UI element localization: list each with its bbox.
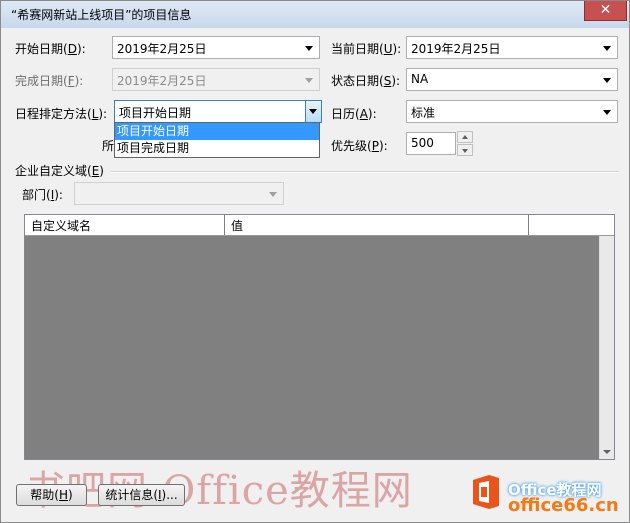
table-body: [25, 236, 599, 459]
dialog-title: “希赛网新站上线项目”的项目信息: [11, 8, 192, 22]
current-date-dropdown[interactable]: 2019年2月25日: [406, 36, 618, 59]
column-header-value[interactable]: 值: [225, 215, 529, 235]
vertical-scrollbar[interactable]: [599, 236, 614, 459]
calendar-value: 标准: [411, 106, 436, 120]
finish-date-dropdown: 2019年2月25日: [112, 68, 320, 91]
chevron-down-icon: [603, 110, 611, 115]
help-button[interactable]: 帮助(H): [16, 484, 87, 506]
start-date-label: 开始日期(D):: [15, 42, 86, 56]
finish-date-value: 2019年2月25日: [117, 74, 207, 88]
partial-label: 所: [102, 139, 115, 153]
arrow-up-icon: [462, 135, 468, 139]
priority-spinner[interactable]: [457, 131, 473, 156]
chevron-down-icon: [309, 109, 317, 114]
enterprise-section-label: 企业自定义域(E): [15, 164, 104, 178]
table-header: 自定义域名 值: [25, 215, 614, 236]
status-date-dropdown[interactable]: NA: [406, 68, 618, 91]
scroll-down-arrow-icon[interactable]: [603, 450, 611, 454]
chevron-down-icon: [603, 46, 611, 51]
chevron-down-icon: [305, 46, 313, 51]
arrow-down-icon: [462, 149, 468, 153]
project-info-dialog: “希赛网新站上线项目”的项目信息 ✕ 开始日期(D): 2019年2月25日 当…: [0, 0, 630, 523]
schedule-option-start[interactable]: 项目开始日期: [115, 123, 319, 140]
chevron-down-icon: [603, 78, 611, 83]
spin-up-button[interactable]: [457, 131, 473, 143]
schedule-from-dropdown[interactable]: 项目开始日期: [114, 100, 322, 123]
priority-label: 优先级(P):: [331, 139, 388, 153]
schedule-from-value: 项目开始日期: [119, 106, 192, 120]
statistics-button[interactable]: 统计信息(I)...: [98, 484, 185, 506]
schedule-option-finish[interactable]: 项目完成日期: [115, 140, 319, 157]
current-date-label: 当前日期(U):: [331, 42, 402, 56]
start-date-dropdown[interactable]: 2019年2月25日: [112, 36, 320, 59]
priority-value: 500: [411, 136, 434, 150]
calendar-label: 日历(A):: [331, 107, 377, 121]
current-date-value: 2019年2月25日: [411, 42, 501, 56]
calendar-dropdown[interactable]: 标准: [406, 100, 618, 123]
close-button[interactable]: ✕: [584, 1, 627, 21]
schedule-from-label: 日程排定方法(L):: [15, 107, 108, 121]
title-bar: “希赛网新站上线项目”的项目信息 ✕: [1, 1, 629, 28]
department-label: 部门(I):: [22, 188, 63, 202]
schedule-from-options: 项目开始日期 项目完成日期: [114, 122, 320, 158]
dropdown-button[interactable]: [305, 100, 322, 123]
spin-down-button[interactable]: [457, 144, 473, 156]
status-date-value: NA: [411, 72, 429, 86]
section-divider: [111, 171, 619, 173]
custom-fields-table: 自定义域名 值: [24, 214, 615, 460]
watermark-brand-url: office66.cn: [508, 495, 619, 516]
department-dropdown: [74, 182, 284, 205]
column-header-blank: [529, 215, 614, 235]
column-header-field-name[interactable]: 自定义域名: [25, 215, 225, 235]
chevron-down-icon: [269, 192, 277, 197]
status-date-label: 状态日期(S):: [331, 74, 401, 88]
priority-input[interactable]: 500: [406, 132, 456, 155]
office-logo-icon: [473, 475, 499, 509]
chevron-down-icon: [305, 78, 313, 83]
finish-date-label: 完成日期(F):: [15, 74, 84, 88]
start-date-value: 2019年2月25日: [117, 42, 207, 56]
